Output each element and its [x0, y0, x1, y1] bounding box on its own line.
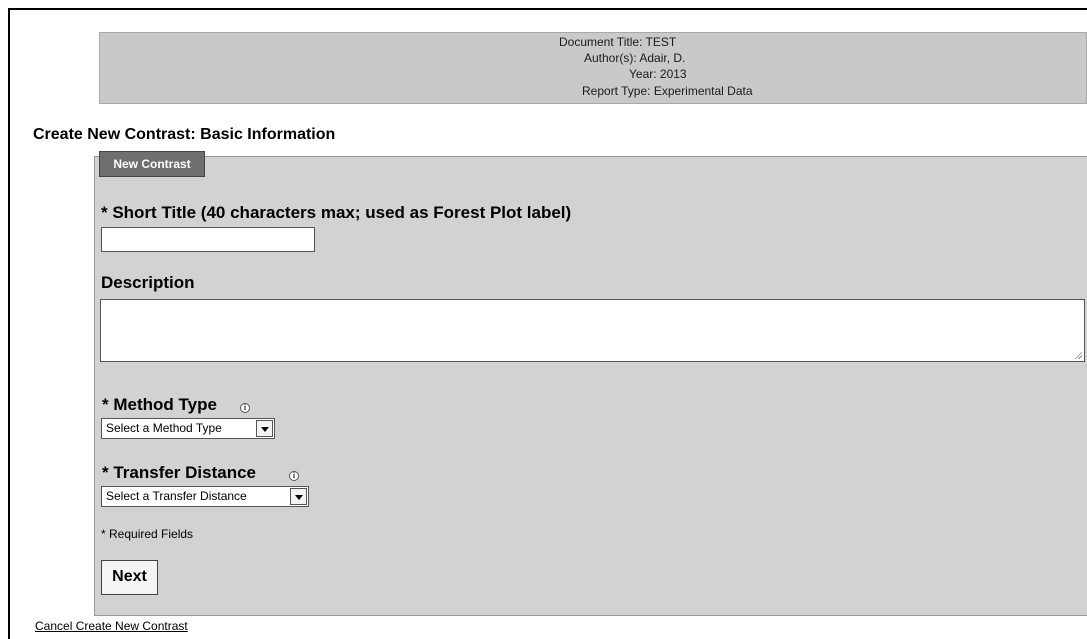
report-type-line: Report Type: Experimental Data	[582, 84, 753, 98]
resize-grip-icon[interactable]	[1074, 351, 1082, 359]
short-title-input[interactable]	[101, 227, 315, 252]
fieldset-legend: New Contrast	[99, 151, 205, 177]
description-label: Description	[101, 273, 195, 292]
transfer-distance-selected: Select a Transfer Distance	[106, 489, 247, 503]
next-button[interactable]: Next	[101, 560, 158, 595]
short-title-label: * Short Title (40 characters max; used a…	[101, 203, 572, 222]
year-line: Year: 2013	[629, 67, 687, 81]
transfer-distance-select[interactable]: Select a Transfer Distance	[101, 486, 309, 507]
description-textarea[interactable]	[100, 299, 1085, 362]
document-info-header: Document Title: TEST Author(s): Adair, D…	[99, 32, 1087, 104]
info-icon[interactable]: i	[240, 403, 250, 413]
method-type-label: * Method Type	[102, 395, 217, 414]
required-fields-note: * Required Fields	[101, 527, 194, 541]
new-contrast-fieldset	[94, 156, 1087, 616]
page-title: Create New Contrast: Basic Information	[33, 126, 336, 143]
authors-line: Author(s): Adair, D.	[584, 51, 686, 65]
method-type-selected: Select a Method Type	[106, 421, 222, 435]
cancel-create-contrast-link[interactable]: Cancel Create New Contrast	[35, 619, 188, 633]
document-title-line: Document Title: TEST	[559, 35, 677, 49]
chevron-down-icon[interactable]	[256, 420, 273, 437]
method-type-select[interactable]: Select a Method Type	[101, 418, 275, 439]
chevron-down-icon[interactable]	[290, 488, 307, 505]
info-icon[interactable]: i	[289, 471, 299, 481]
transfer-distance-label: * Transfer Distance	[102, 463, 257, 482]
